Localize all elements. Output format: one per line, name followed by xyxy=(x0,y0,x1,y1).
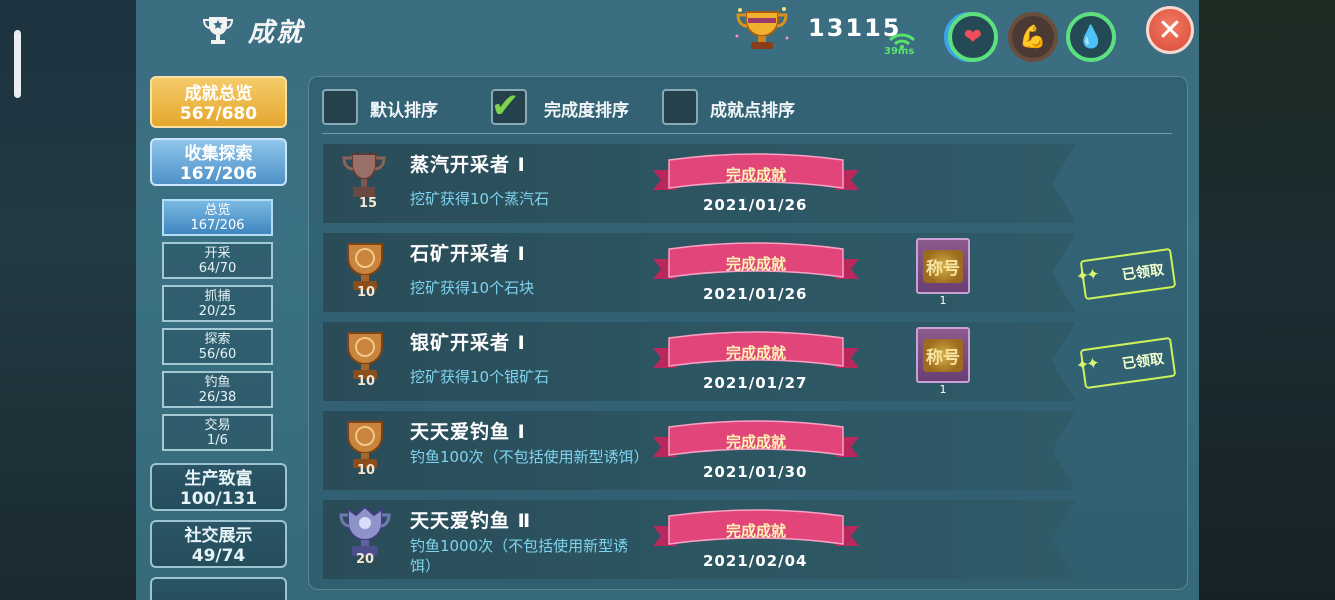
claimed-label: 已领取 xyxy=(1121,351,1165,373)
nav-label: 生产致富 xyxy=(184,469,253,489)
achievement-desc: 钓鱼100次（不包括使用新型诱饵） xyxy=(410,448,649,466)
water-indicator[interactable]: 💧 xyxy=(1066,12,1116,62)
nav-label: 社交展示 xyxy=(184,526,253,546)
close-button[interactable]: ✕ xyxy=(1146,6,1194,54)
status-label: 完成成就 xyxy=(725,433,786,451)
achievement-desc: 挖矿获得10个银矿石 xyxy=(410,368,550,386)
nav-sub-label: 探索 xyxy=(204,332,231,347)
achievement-points-label: 10 xyxy=(356,463,376,478)
heart-icon: ❤ xyxy=(963,24,983,50)
nav-label: 收集探索 xyxy=(184,144,253,164)
nav-sub-label: 开采 xyxy=(204,246,231,261)
trophy-icon xyxy=(200,12,236,48)
claimed-stars-icon: ✦✦ xyxy=(1074,264,1098,287)
achievement-desc: 挖矿获得10个石块 xyxy=(410,279,535,297)
achievement-desc: 挖矿获得10个蒸汽石 xyxy=(410,190,550,208)
sort-default-label: 默认排序 xyxy=(370,101,438,121)
nav-count: 567/680 xyxy=(179,104,258,124)
achievement-title: 天天爱钓鱼 Ⅱ xyxy=(410,510,532,532)
achievement-title: 银矿开采者 Ⅰ xyxy=(410,332,526,354)
nav-count: 100/131 xyxy=(179,489,258,509)
achievement-title: 天天爱钓鱼 Ⅰ xyxy=(410,421,526,443)
nav-sub-mining[interactable]: 开采 64/70 xyxy=(162,242,273,279)
gold-trophy-icon xyxy=(734,6,790,52)
achievement-points-label: 15 xyxy=(358,196,378,211)
claimed-label: 已领取 xyxy=(1121,262,1165,284)
nav-sub-count: 20/25 xyxy=(198,304,237,319)
sort-completion-label: 完成度排序 xyxy=(544,101,629,121)
nav-sub-explore[interactable]: 探索 56/60 xyxy=(162,328,273,365)
achievement-points-label: 10 xyxy=(356,374,376,389)
nav-sub-count: 64/70 xyxy=(198,261,237,276)
header-bar: 成就 13115 39ms ❤ 💪 💧 ✕ xyxy=(136,0,1199,64)
divider xyxy=(322,133,1172,134)
nav-production-wealth[interactable]: 生产致富 100/131 xyxy=(150,463,287,511)
completion-date: 2021/02/04 xyxy=(703,552,808,570)
nav-sub-trade[interactable]: 交易 1/6 xyxy=(162,414,273,451)
completion-date: 2021/01/30 xyxy=(703,463,808,481)
reward-label: 称号 xyxy=(923,249,963,283)
water-drop-icon: 💧 xyxy=(1077,24,1105,50)
sort-points-label: 成就点排序 xyxy=(710,101,795,121)
achievement-points-label: 10 xyxy=(356,285,376,300)
title-reward-badge[interactable]: 称号 xyxy=(916,238,970,294)
nav-sub-count: 26/38 xyxy=(198,390,237,405)
nav-sub-count: 56/60 xyxy=(198,347,237,362)
nav-sub-label: 钓鱼 xyxy=(204,375,231,390)
achievement-points-label: 20 xyxy=(355,552,375,567)
nav-sub-capture[interactable]: 抓捕 20/25 xyxy=(162,285,273,322)
nav-sub-label: 总览 xyxy=(204,203,231,218)
reward-count: 1 xyxy=(939,383,947,396)
strength-indicator[interactable]: 💪 xyxy=(1008,12,1058,62)
nav-label: 成就总览 xyxy=(184,84,253,104)
completion-date: 2021/01/27 xyxy=(703,374,808,392)
nav-collect-explore[interactable]: 收集探索 167/206 xyxy=(150,138,287,186)
nav-count: 167/206 xyxy=(179,164,258,184)
nav-sub-count: 167/206 xyxy=(190,218,245,233)
checkmark-icon: ✔ xyxy=(491,86,520,126)
nav-achievement-overview[interactable]: 成就总览 567/680 xyxy=(150,76,287,128)
status-label: 完成成就 xyxy=(725,166,786,184)
status-label: 完成成就 xyxy=(725,522,786,540)
reward-count: 1 xyxy=(939,294,947,307)
health-indicator[interactable]: ❤ xyxy=(948,12,998,62)
achievement-title: 石矿开采者 Ⅰ xyxy=(410,243,526,265)
achievement-title: 蒸汽开采者 Ⅰ xyxy=(410,154,526,176)
side-drawer-handle[interactable] xyxy=(14,30,21,98)
nav-sub-overview[interactable]: 总览 167/206 xyxy=(162,199,273,236)
status-label: 完成成就 xyxy=(725,255,786,273)
nav-sub-count: 1/6 xyxy=(207,433,228,448)
status-label: 完成成就 xyxy=(725,344,786,362)
nav-more[interactable] xyxy=(150,577,287,600)
page-title: 成就 xyxy=(248,18,305,48)
nav-count: 49/74 xyxy=(191,546,246,566)
sort-points-checkbox[interactable] xyxy=(662,89,698,125)
nav-sub-label: 抓捕 xyxy=(204,289,231,304)
sort-default-checkbox[interactable] xyxy=(322,89,358,125)
nav-sub-fishing[interactable]: 钓鱼 26/38 xyxy=(162,371,273,408)
arm-icon: 💪 xyxy=(1019,24,1047,50)
nav-sub-label: 交易 xyxy=(204,418,231,433)
title-reward-badge[interactable]: 称号 xyxy=(916,327,970,383)
reward-label: 称号 xyxy=(923,338,963,372)
completion-date: 2021/01/26 xyxy=(703,196,808,214)
close-icon: ✕ xyxy=(1157,12,1183,48)
claimed-stars-icon: ✦✦ xyxy=(1074,353,1098,376)
completion-date: 2021/01/26 xyxy=(703,285,808,303)
nav-social-display[interactable]: 社交展示 49/74 xyxy=(150,520,287,568)
achievement-desc: 钓鱼1000次（不包括使用新型诱饵） xyxy=(410,537,629,575)
background-right xyxy=(1199,0,1335,600)
ping-label: 39ms xyxy=(884,46,915,57)
